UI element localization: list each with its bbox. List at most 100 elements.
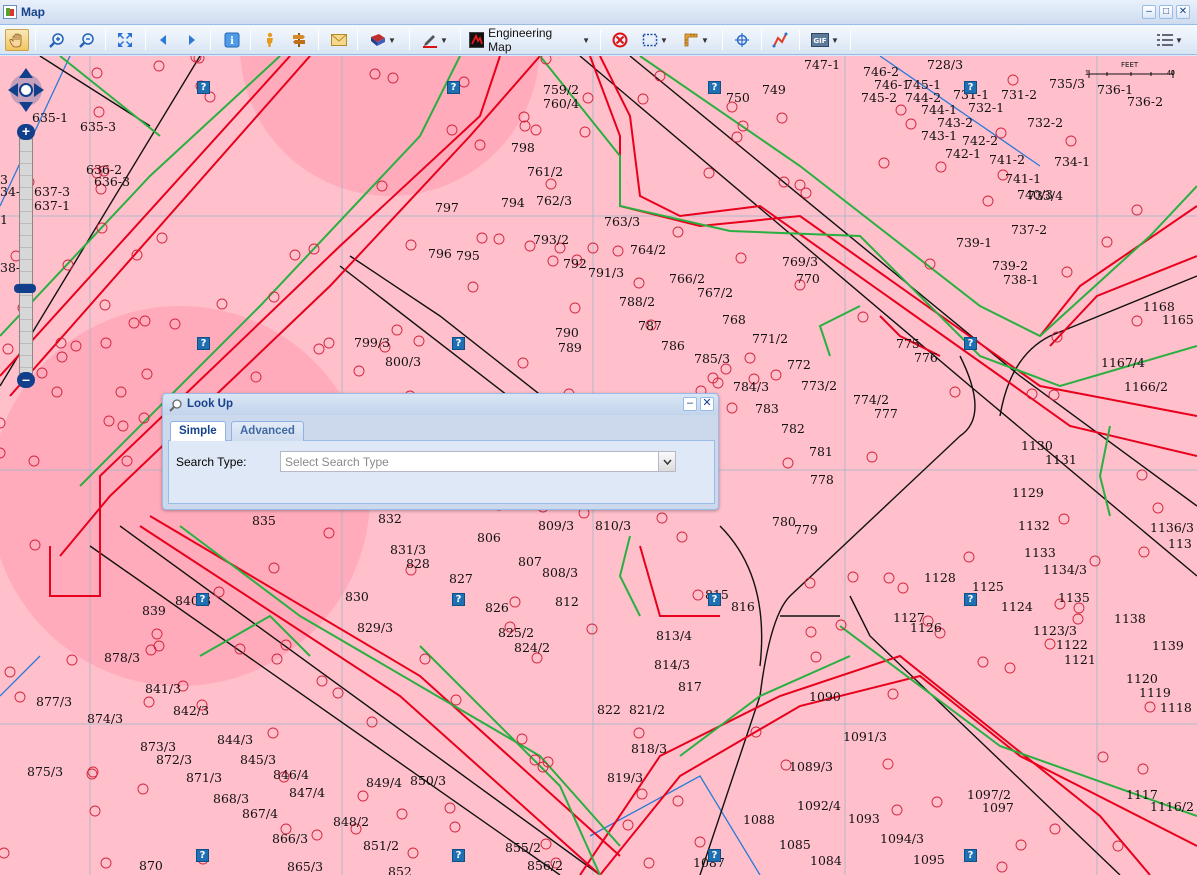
identify-marker-icon[interactable]: ? [964, 337, 977, 350]
address-point-icon [156, 232, 168, 244]
identify-marker-icon[interactable]: ? [708, 593, 721, 606]
previous-extent-icon [160, 35, 166, 45]
identify-marker-icon[interactable]: ? [197, 337, 210, 350]
address-point-icon [407, 847, 419, 859]
next-extent-button[interactable] [182, 29, 202, 51]
street-view-button[interactable] [260, 29, 280, 51]
address-point-icon [1101, 236, 1113, 248]
maximize-button[interactable]: □ [1159, 5, 1173, 19]
identify-marker-icon[interactable]: ? [196, 849, 209, 862]
identify-button[interactable]: i [221, 29, 243, 51]
search-type-combo[interactable] [280, 451, 676, 472]
search-icon [169, 399, 182, 412]
parcel-label: 848/2 [333, 814, 370, 829]
clear-selection-button[interactable] [609, 29, 631, 51]
tab-simple[interactable]: Simple [170, 421, 226, 441]
coordinate-button[interactable] [731, 29, 753, 51]
search-type-dropdown-trigger[interactable] [658, 452, 675, 471]
address-point-icon [493, 233, 505, 245]
pan-tool-button[interactable] [5, 29, 29, 51]
parcel-label: 1094/3 [880, 831, 924, 846]
identify-marker-icon[interactable]: ? [708, 849, 721, 862]
parcel-label: 759/2 [543, 82, 580, 97]
address-point-icon [137, 783, 149, 795]
address-point-icon [413, 335, 425, 347]
address-point-icon [62, 259, 74, 271]
identify-marker-icon[interactable]: ? [964, 81, 977, 94]
pan-up-icon[interactable] [19, 68, 33, 78]
pan-control[interactable] [6, 66, 46, 114]
identify-marker-icon[interactable]: ? [452, 337, 465, 350]
zoom-thumb[interactable] [14, 284, 36, 293]
redline-icon [772, 32, 788, 48]
address-point-icon [569, 302, 581, 314]
address-point-icon [676, 531, 688, 543]
identify-marker-icon[interactable]: ? [197, 81, 210, 94]
zoom-track[interactable] [19, 138, 33, 374]
address-point-icon [744, 352, 756, 364]
parcel-label: 1091/3 [843, 729, 887, 744]
previous-extent-button[interactable] [153, 29, 173, 51]
minimize-button[interactable]: – [1142, 5, 1156, 19]
parcel-label: 779 [794, 522, 818, 537]
full-extent-button[interactable] [114, 29, 136, 51]
lookup-dialog-title: Look Up [187, 398, 233, 410]
parcel-label: 774/2 [853, 392, 890, 407]
parcel-label: 1122 [1056, 637, 1088, 652]
parcel-label: 866/3 [272, 831, 309, 846]
parcel-label: 782 [781, 421, 805, 436]
identify-marker-icon[interactable]: ? [708, 81, 721, 94]
zoom-slider[interactable]: + – [14, 124, 36, 388]
address-point-icon [1044, 638, 1056, 650]
address-point-icon [467, 281, 479, 293]
address-point-icon [672, 795, 684, 807]
identify-marker-icon[interactable]: ? [452, 849, 465, 862]
parcel-label: 741-2 [989, 152, 1026, 167]
parcel-label: 831/3 [390, 542, 427, 557]
parcel-label: 852 [388, 864, 412, 875]
lookup-dialog-header[interactable]: Look Up – ✕ [163, 394, 718, 415]
identify-marker-icon[interactable]: ? [196, 593, 209, 606]
address-point-icon [353, 365, 365, 377]
identify-marker-icon[interactable]: ? [447, 81, 460, 94]
layers-menu-button[interactable]: ▼ [1153, 29, 1187, 51]
identify-marker-icon[interactable]: ? [964, 849, 977, 862]
parcel-label: 772 [787, 357, 811, 372]
identify-marker-icon[interactable]: ? [964, 593, 977, 606]
identify-marker-icon[interactable]: ? [452, 593, 465, 606]
parcel-label: 1097 [982, 800, 1014, 815]
zoom-out-button[interactable] [76, 29, 98, 51]
address-point-icon [782, 457, 794, 469]
address-point-icon [672, 226, 684, 238]
zoom-slider-plus-button[interactable]: + [17, 124, 35, 140]
address-point-icon [883, 572, 895, 584]
measure-button[interactable]: ▼ [680, 29, 712, 51]
markup-button[interactable]: ▼ [419, 29, 451, 51]
address-point-icon [517, 357, 529, 369]
select-features-button[interactable]: ▼ [639, 29, 671, 51]
address-point-icon [396, 808, 408, 820]
export-button[interactable]: GIF ▼ [809, 29, 841, 51]
address-point-icon [694, 836, 706, 848]
parcel-label: 872/3 [156, 752, 193, 767]
address-point-icon [1026, 388, 1038, 400]
parcel-label: 728/3 [927, 57, 964, 72]
address-point-icon [878, 157, 890, 169]
minimize-dialog-button[interactable]: – [683, 397, 697, 411]
email-button[interactable] [328, 29, 350, 51]
close-dialog-button[interactable]: ✕ [700, 397, 714, 411]
pan-down-icon[interactable] [19, 102, 33, 112]
redline-button[interactable] [769, 29, 791, 51]
basemap-selector[interactable]: Engineering Map ▼ [469, 26, 590, 54]
svg-text:GIF: GIF [813, 37, 826, 45]
zoom-in-button[interactable] [46, 29, 68, 51]
address-point-icon [735, 252, 747, 264]
address-point-icon [289, 249, 301, 261]
parcel-label: 794 [501, 195, 525, 210]
close-window-button[interactable]: ✕ [1176, 5, 1190, 19]
bookmarks-button[interactable]: ▼ [367, 29, 399, 51]
directions-button[interactable] [288, 29, 310, 51]
tab-advanced[interactable]: Advanced [231, 421, 304, 441]
zoom-slider-minus-button[interactable]: – [17, 372, 35, 388]
search-type-input[interactable] [281, 452, 655, 471]
